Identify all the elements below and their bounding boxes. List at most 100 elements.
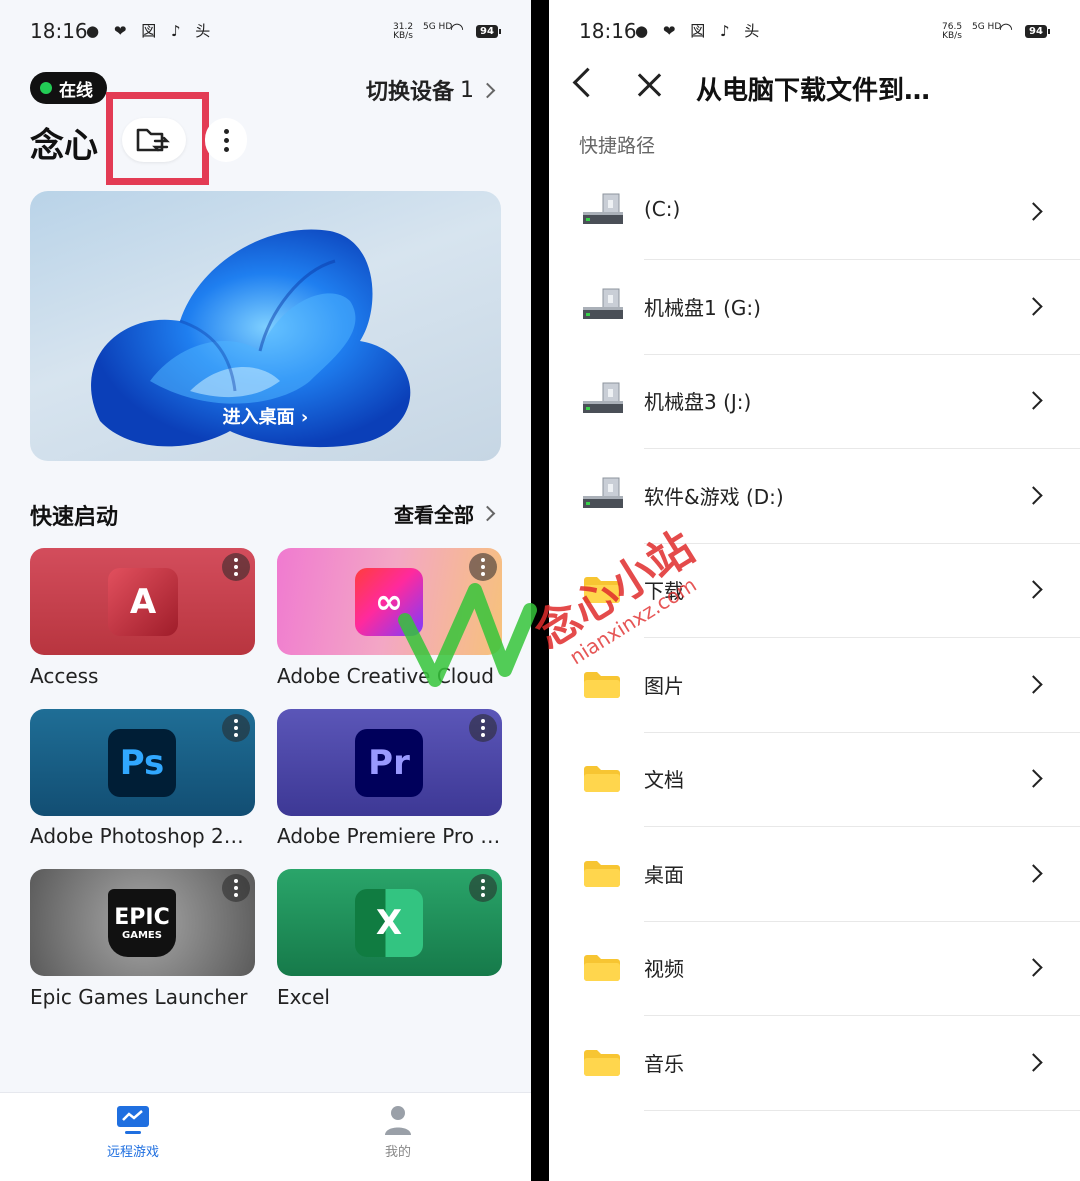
device-count: 1 xyxy=(460,77,474,103)
top-bar: 从电脑下载文件到… xyxy=(549,60,1080,114)
tab-mine-label: 我的 xyxy=(384,1145,411,1160)
close-icon[interactable] xyxy=(635,70,665,100)
path-row[interactable]: 图片 xyxy=(549,639,1080,733)
chevron-right-icon xyxy=(1024,485,1043,505)
tile-more-button[interactable] xyxy=(222,714,250,742)
path-row[interactable]: 软件&游戏 (D:) xyxy=(549,450,1080,544)
hard-drive-icon xyxy=(583,382,623,413)
app-name: Excel xyxy=(277,985,330,1009)
folder-icon xyxy=(584,1049,620,1076)
chevron-right-icon xyxy=(1024,769,1043,788)
chevron-right-icon xyxy=(1024,580,1043,599)
tab-remote-game-label: 远程游戏 xyxy=(106,1145,159,1160)
path-row[interactable]: 机械盘1 (G:) xyxy=(549,261,1080,355)
app-tile-excel[interactable]: X xyxy=(277,869,502,976)
app-tile-creative-cloud[interactable]: ∞ xyxy=(277,548,502,655)
more-vertical-icon xyxy=(222,714,250,742)
chevron-right-icon xyxy=(479,82,496,98)
path-row[interactable]: 机械盘3 (J:) xyxy=(549,355,1080,449)
chevron-right-icon xyxy=(1024,958,1043,977)
app-name: Epic Games Launcher xyxy=(30,985,248,1009)
net-speed: 31.2 KB/s xyxy=(393,22,414,41)
enter-desktop-label: 进入桌面 xyxy=(222,407,295,428)
tab-mine[interactable]: 我的 xyxy=(338,1103,458,1160)
more-vertical-icon xyxy=(469,553,497,581)
more-options-button[interactable] xyxy=(205,118,247,162)
access-icon: A xyxy=(108,568,178,636)
excel-icon: X xyxy=(355,889,423,957)
epic-games-icon: EPIC GAMES xyxy=(108,889,176,957)
person-icon xyxy=(385,1106,411,1135)
chevron-right-icon xyxy=(1024,391,1043,410)
path-row[interactable]: 文档 xyxy=(549,733,1080,827)
status-bar: 18:16 ● ❤ 図 ♪ 头 31.2 KB/s 5G HD ◠ 94 xyxy=(0,0,531,64)
path-label: 音乐 xyxy=(644,1051,684,1076)
notification-icons: ● ❤ 図 ♪ 头 xyxy=(86,22,216,40)
desktop-preview-card[interactable]: 进入桌面 › xyxy=(30,191,501,461)
tab-remote-game[interactable]: 远程游戏 xyxy=(73,1103,193,1160)
path-label: 桌面 xyxy=(644,862,684,887)
path-label: (C:) xyxy=(644,197,681,221)
path-row[interactable]: 桌面 xyxy=(549,828,1080,922)
highlight-box xyxy=(106,92,209,185)
wifi-icon: ◠ xyxy=(450,19,464,38)
app-tile-premiere[interactable]: Pr xyxy=(277,709,502,816)
download-destination-screen: 18:16 ● ❤ 図 ♪ 头 76.5 KB/s 5G HD ◠ 94 从电脑下… xyxy=(549,0,1080,1181)
app-tile-photoshop[interactable]: Ps xyxy=(30,709,255,816)
view-all-button[interactable]: 查看全部 xyxy=(394,499,496,528)
chevron-right-icon xyxy=(1024,863,1043,883)
path-row[interactable]: 视频 xyxy=(549,922,1080,1016)
path-label: 机械盘3 (J:) xyxy=(644,390,752,414)
online-dot-icon xyxy=(40,82,52,94)
tile-more-button[interactable] xyxy=(222,874,250,902)
status-time: 18:16 xyxy=(30,19,88,43)
more-vertical-icon xyxy=(222,553,250,581)
bottom-tab-bar: 远程游戏 我的 xyxy=(0,1092,531,1181)
monitor-icon xyxy=(117,1106,149,1134)
remote-desktop-home-screen: 18:16 ● ❤ 図 ♪ 头 31.2 KB/s 5G HD ◠ 94 在线 切… xyxy=(0,0,531,1181)
premiere-icon: Pr xyxy=(355,729,423,797)
signal-icon: 5G HD xyxy=(972,22,1002,32)
chevron-right-icon xyxy=(1024,674,1043,694)
folder-icon xyxy=(584,860,620,887)
folder-icon xyxy=(584,955,620,981)
battery-icon: 94 xyxy=(1025,25,1050,38)
wifi-icon: ◠ xyxy=(999,19,1013,38)
page-title: 从电脑下载文件到… xyxy=(696,76,931,106)
path-label: 软件&游戏 (D:) xyxy=(644,484,784,509)
tile-more-button[interactable] xyxy=(469,874,497,902)
tile-more-button[interactable] xyxy=(469,714,497,742)
chevron-right-icon xyxy=(1024,296,1043,316)
app-name: Adobe Premiere Pro … xyxy=(277,824,501,848)
path-label: 图片 xyxy=(644,673,684,698)
app-name: Adobe Photoshop 2… xyxy=(30,824,244,848)
app-name: Access xyxy=(30,664,99,688)
signal-icon: 5G HD xyxy=(423,22,453,32)
view-all-label: 查看全部 xyxy=(394,503,474,527)
path-row[interactable]: (C:) xyxy=(549,166,1080,260)
tile-more-button[interactable] xyxy=(469,553,497,581)
hard-drive-icon xyxy=(583,288,623,319)
status-time: 18:16 xyxy=(579,19,637,43)
switch-device-button[interactable]: 切换设备 1 xyxy=(365,74,496,106)
path-label: 文档 xyxy=(644,768,684,792)
app-tile-epic-games[interactable]: EPIC GAMES xyxy=(30,869,255,976)
folder-icon xyxy=(584,577,620,603)
back-arrow-icon[interactable] xyxy=(572,67,603,98)
switch-device-label: 切换设备 xyxy=(365,80,454,105)
chevron-right-icon xyxy=(1024,202,1043,221)
more-vertical-icon xyxy=(222,874,250,902)
hard-drive-icon xyxy=(583,477,623,508)
more-vertical-icon xyxy=(469,714,497,742)
creative-cloud-icon: ∞ xyxy=(355,568,423,636)
more-vertical-icon xyxy=(469,874,497,902)
path-row[interactable]: 下载 xyxy=(549,544,1080,638)
path-row[interactable]: 音乐 xyxy=(549,1017,1080,1111)
app-tile-access[interactable]: A xyxy=(30,548,255,655)
path-label: 下载 xyxy=(644,579,684,603)
enter-desktop-button[interactable]: 进入桌面 › xyxy=(30,403,501,429)
device-name: 念心 xyxy=(30,126,98,166)
hard-drive-icon xyxy=(583,193,623,224)
tile-more-button[interactable] xyxy=(222,553,250,581)
photoshop-icon: Ps xyxy=(108,729,176,797)
